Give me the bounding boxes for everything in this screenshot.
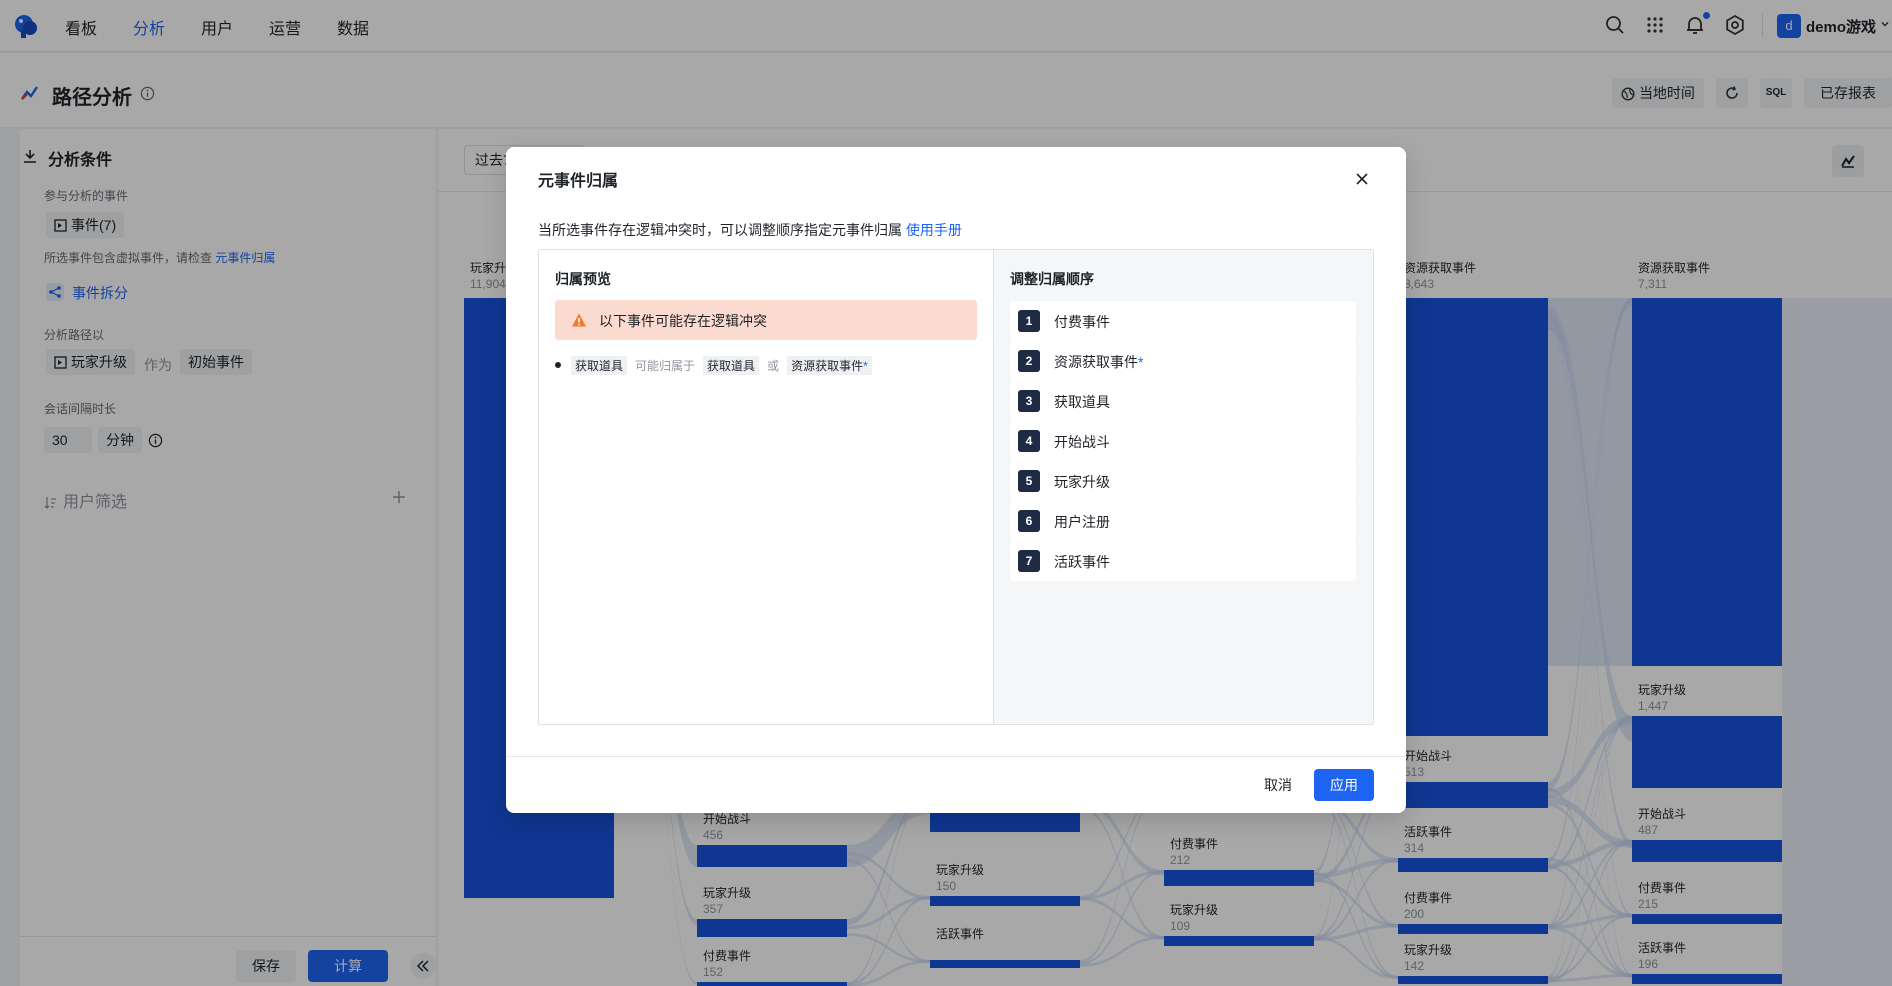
order-number-badge: 7 [1018, 550, 1040, 572]
order-item-text: 活跃事件 [1054, 554, 1110, 570]
order-item-label: 获取道具 [1054, 392, 1110, 412]
virtual-star: * [1138, 354, 1144, 370]
order-title: 调整归属顺序 [1010, 271, 1094, 287]
modal-body: 归属预览 以下事件可能存在逻辑冲突 获取道具 可能归属于 获取道具 或 资源获取… [538, 249, 1374, 725]
order-item-label: 资源获取事件* [1054, 352, 1143, 372]
order-number-badge: 3 [1018, 390, 1040, 412]
order-item[interactable]: 6 用户注册 [1010, 501, 1356, 541]
order-item-label: 用户注册 [1054, 512, 1110, 532]
order-column: 调整归属顺序 1 付费事件 2 资源获取事件* 3 获取道具 4 开始战斗 5 玩家升级 6 用户注册… [993, 250, 1373, 724]
order-item-label: 玩家升级 [1054, 472, 1110, 492]
close-icon[interactable] [1354, 171, 1370, 187]
or-text: 或 [767, 358, 780, 373]
conflict-option-a: 获取道具 [703, 355, 760, 375]
preview-title: 归属预览 [555, 271, 611, 287]
preview-column: 归属预览 以下事件可能存在逻辑冲突 获取道具 可能归属于 获取道具 或 资源获取… [539, 250, 993, 724]
user-manual-link[interactable]: 使用手册 [906, 222, 962, 238]
order-number-badge: 5 [1018, 470, 1040, 492]
order-item[interactable]: 3 获取道具 [1010, 381, 1356, 421]
order-item-text: 开始战斗 [1054, 434, 1110, 450]
order-item[interactable]: 7 活跃事件 [1010, 541, 1356, 581]
order-item[interactable]: 2 资源获取事件* [1010, 341, 1356, 381]
apply-button[interactable]: 应用 [1314, 769, 1374, 801]
conflict-event-tag: 获取道具 [571, 355, 628, 375]
warning-text: 以下事件可能存在逻辑冲突 [599, 313, 767, 329]
order-item-text: 资源获取事件 [1054, 354, 1138, 370]
order-item[interactable]: 4 开始战斗 [1010, 421, 1356, 461]
bullet [555, 362, 561, 368]
order-number-badge: 4 [1018, 430, 1040, 452]
order-item-text: 玩家升级 [1054, 474, 1110, 490]
cancel-button[interactable]: 取消 [1246, 769, 1310, 801]
order-item[interactable]: 1 付费事件 [1010, 301, 1356, 341]
order-number-badge: 6 [1018, 510, 1040, 532]
modal-desc-text: 当所选事件存在逻辑冲突时，可以调整顺序指定元事件归属 [538, 222, 902, 238]
modal-description: 当所选事件存在逻辑冲突时，可以调整顺序指定元事件归属 使用手册 [538, 220, 962, 240]
order-item-label: 开始战斗 [1054, 432, 1110, 452]
modal-title: 元事件归属 [538, 173, 619, 190]
warning-triangle-icon [572, 313, 586, 327]
conflict-warning: 以下事件可能存在逻辑冲突 [555, 300, 977, 340]
conflict-row: 获取道具 可能归属于 获取道具 或 资源获取事件* [555, 354, 872, 376]
conflict-option-b: 资源获取事件* [787, 355, 872, 375]
order-number-badge: 2 [1018, 350, 1040, 372]
order-item-text: 获取道具 [1054, 394, 1110, 410]
order-item-text: 用户注册 [1054, 514, 1110, 530]
order-item-label: 付费事件 [1054, 312, 1110, 332]
may-belong-text: 可能归属于 [635, 358, 696, 373]
option-b-label: 资源获取事件 [791, 358, 864, 373]
order-item-label: 活跃事件 [1054, 552, 1110, 572]
order-item-text: 付费事件 [1054, 314, 1110, 330]
virtual-star: * [863, 358, 868, 373]
order-item[interactable]: 5 玩家升级 [1010, 461, 1356, 501]
order-number-badge: 1 [1018, 310, 1040, 332]
meta-event-modal: 元事件归属 当所选事件存在逻辑冲突时，可以调整顺序指定元事件归属 使用手册 归属… [506, 147, 1406, 813]
modal-footer-divider [506, 756, 1406, 757]
